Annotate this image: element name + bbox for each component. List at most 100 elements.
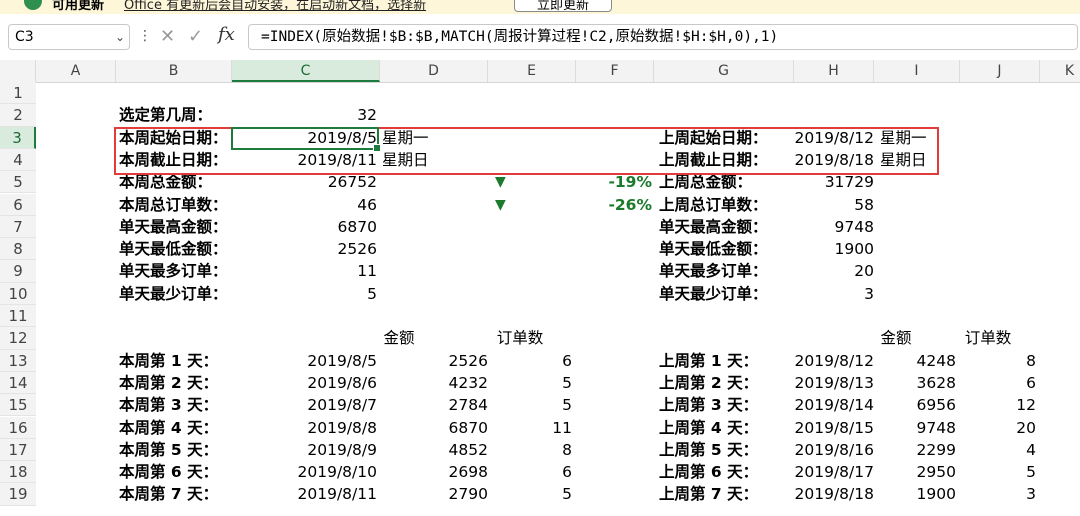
column-header-a[interactable]: A — [36, 60, 116, 82]
column-header-f[interactable]: F — [576, 60, 654, 82]
fill-handle[interactable] — [373, 144, 381, 152]
daily-amount[interactable]: 1900 — [874, 483, 956, 505]
cell-g8[interactable]: 单天最低金额： — [659, 238, 768, 260]
daily-orders[interactable]: 12 — [960, 394, 1036, 416]
column-header-d[interactable]: D — [380, 60, 488, 82]
daily-amount[interactable]: 2784 — [380, 394, 488, 416]
cell-b7[interactable]: 单天最高金额： — [119, 216, 228, 238]
daily-date[interactable]: 2019/8/8 — [232, 417, 377, 439]
active-cell-selection[interactable] — [231, 127, 381, 152]
cell-g9[interactable]: 单天最多订单： — [659, 260, 768, 282]
daily-amount[interactable]: 2950 — [874, 461, 956, 483]
daily-amount[interactable]: 4852 — [380, 439, 488, 461]
cell-g6[interactable]: 上周总订单数： — [659, 194, 768, 216]
daily-date[interactable]: 2019/8/12 — [794, 350, 874, 372]
daily-orders[interactable]: 6 — [488, 461, 572, 483]
cell-g7[interactable]: 单天最高金额： — [659, 216, 768, 238]
daily-label[interactable]: 上周第 4 天： — [659, 417, 758, 439]
daily-label[interactable]: 本周第 6 天： — [119, 461, 218, 483]
daily-label[interactable]: 本周第 7 天： — [119, 483, 218, 505]
daily-label[interactable]: 上周第 5 天： — [659, 439, 758, 461]
name-box[interactable]: C3 ⌄ — [8, 24, 130, 50]
daily-label[interactable]: 本周第 2 天： — [119, 372, 218, 394]
cell-h8[interactable]: 1900 — [794, 238, 874, 260]
cell-c10[interactable]: 5 — [232, 283, 377, 305]
daily-amount[interactable]: 4232 — [380, 372, 488, 394]
daily-orders[interactable]: 5 — [488, 372, 572, 394]
daily-orders[interactable]: 5 — [960, 461, 1036, 483]
cell-g10[interactable]: 单天最少订单： — [659, 283, 768, 305]
cell-h6[interactable]: 58 — [794, 194, 874, 216]
daily-amount[interactable]: 2698 — [380, 461, 488, 483]
cell-d12[interactable]: 金额 — [380, 327, 418, 349]
daily-date[interactable]: 2019/8/6 — [232, 372, 377, 394]
daily-date[interactable]: 2019/8/9 — [232, 439, 377, 461]
cell-f6[interactable]: -26% — [576, 194, 652, 216]
select-all-corner[interactable] — [0, 60, 36, 82]
chevron-down-icon[interactable]: ⌄ — [115, 25, 125, 49]
daily-label[interactable]: 本周第 3 天： — [119, 394, 218, 416]
cell-c7[interactable]: 6870 — [232, 216, 377, 238]
daily-orders[interactable]: 3 — [960, 483, 1036, 505]
daily-date[interactable]: 2019/8/17 — [794, 461, 874, 483]
daily-amount[interactable]: 9748 — [874, 417, 956, 439]
cell-h9[interactable]: 20 — [794, 260, 874, 282]
cell-b8[interactable]: 单天最低金额： — [119, 238, 228, 260]
daily-orders[interactable]: 4 — [960, 439, 1036, 461]
daily-amount[interactable]: 2526 — [380, 350, 488, 372]
column-header-j[interactable]: J — [960, 60, 1040, 82]
daily-orders[interactable]: 6 — [960, 372, 1036, 394]
daily-label[interactable]: 本周第 1 天： — [119, 350, 218, 372]
formula-input[interactable]: =INDEX(原始数据!$B:$B,MATCH(周报计算过程!C2,原始数据!$… — [248, 24, 1078, 50]
cell-j12[interactable]: 订单数 — [958, 327, 1018, 349]
daily-orders[interactable]: 8 — [488, 439, 572, 461]
daily-label[interactable]: 上周第 1 天： — [659, 350, 758, 372]
daily-amount[interactable]: 3628 — [874, 372, 956, 394]
column-header-k[interactable]: K — [1040, 60, 1080, 82]
daily-amount[interactable]: 2299 — [874, 439, 956, 461]
daily-label[interactable]: 上周第 6 天： — [659, 461, 758, 483]
cell-e12[interactable]: 订单数 — [488, 327, 552, 349]
daily-date[interactable]: 2019/8/11 — [232, 483, 377, 505]
column-header-e[interactable]: E — [488, 60, 576, 82]
more-options-icon[interactable]: ⋮ — [138, 28, 152, 44]
daily-date[interactable]: 2019/8/16 — [794, 439, 874, 461]
daily-date[interactable]: 2019/8/14 — [794, 394, 874, 416]
cell-c2[interactable]: 32 — [232, 104, 377, 126]
cell-h10[interactable]: 3 — [794, 283, 874, 305]
cell-b10[interactable]: 单天最少订单： — [119, 283, 228, 305]
column-header-g[interactable]: G — [654, 60, 794, 82]
column-header-c[interactable]: C — [232, 60, 380, 82]
daily-label[interactable]: 上周第 2 天： — [659, 372, 758, 394]
daily-amount[interactable]: 6956 — [874, 394, 956, 416]
column-header-i[interactable]: I — [874, 60, 960, 82]
cell-c6[interactable]: 46 — [232, 194, 377, 216]
daily-label[interactable]: 上周第 3 天： — [659, 394, 758, 416]
daily-date[interactable]: 2019/8/7 — [232, 394, 377, 416]
daily-date[interactable]: 2019/8/15 — [794, 417, 874, 439]
daily-date[interactable]: 2019/8/10 — [232, 461, 377, 483]
daily-date[interactable]: 2019/8/13 — [794, 372, 874, 394]
column-header-h[interactable]: H — [794, 60, 874, 82]
cell-b2[interactable]: 选定第几周： — [119, 104, 212, 126]
cell-b6[interactable]: 本周总订单数： — [119, 194, 228, 216]
daily-orders[interactable]: 6 — [488, 350, 572, 372]
cell-b9[interactable]: 单天最多订单： — [119, 260, 228, 282]
enter-check-icon[interactable]: ✓ — [188, 26, 203, 47]
daily-amount[interactable]: 4248 — [874, 350, 956, 372]
cell-c9[interactable]: 11 — [232, 260, 377, 282]
daily-orders[interactable]: 5 — [488, 394, 572, 416]
daily-orders[interactable]: 20 — [960, 417, 1036, 439]
daily-label[interactable]: 本周第 5 天： — [119, 439, 218, 461]
daily-label[interactable]: 上周第 7 天： — [659, 483, 758, 505]
daily-orders[interactable]: 5 — [488, 483, 572, 505]
cell-i12[interactable]: 金额 — [874, 327, 918, 349]
daily-orders[interactable]: 8 — [960, 350, 1036, 372]
daily-amount[interactable]: 2790 — [380, 483, 488, 505]
daily-orders[interactable]: 11 — [488, 417, 572, 439]
daily-date[interactable]: 2019/8/5 — [232, 350, 377, 372]
update-now-button[interactable]: 立即更新 — [514, 0, 612, 13]
cell-h7[interactable]: 9748 — [794, 216, 874, 238]
insert-function-icon[interactable]: fx — [218, 24, 235, 45]
cell-c8[interactable]: 2526 — [232, 238, 377, 260]
